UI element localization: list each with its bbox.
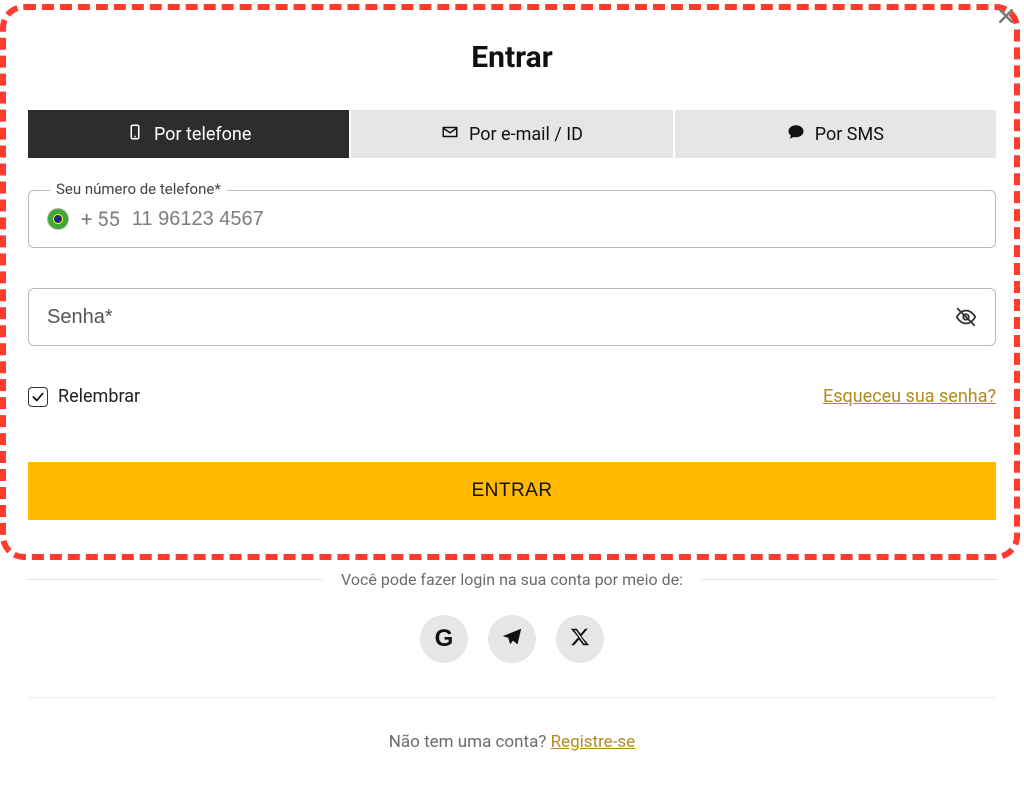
separator-line-left xyxy=(28,579,323,580)
brazil-flag-icon[interactable] xyxy=(47,208,69,230)
footer-separator xyxy=(28,697,996,698)
social-login-text: Você pode fazer login na sua conta por m… xyxy=(341,570,683,589)
telegram-login-button[interactable] xyxy=(488,615,536,663)
tab-sms[interactable]: Por SMS xyxy=(675,110,996,158)
register-link[interactable]: Registre-se xyxy=(551,732,636,752)
footer-row: Não tem uma conta? Registre-se xyxy=(28,732,996,752)
x-login-button[interactable] xyxy=(556,615,604,663)
no-account-text: Não tem uma conta? xyxy=(389,732,551,752)
remember-group: Relembrar xyxy=(28,386,140,407)
google-login-button[interactable]: G xyxy=(420,615,468,663)
login-method-tabs: Por telefone Por e-mail / ID Por SMS xyxy=(28,110,996,158)
tab-phone[interactable]: Por telefone xyxy=(28,110,349,158)
submit-button[interactable]: ENTRAR xyxy=(28,462,996,520)
password-input[interactable] xyxy=(47,306,943,329)
password-field-wrap xyxy=(28,288,996,346)
password-field-box[interactable] xyxy=(28,288,996,346)
telegram-icon xyxy=(501,626,523,652)
dialcode-text: + 55 xyxy=(81,207,120,231)
chat-bubble-icon xyxy=(787,123,805,146)
close-button[interactable] xyxy=(994,6,1018,30)
phone-field-wrap: Seu número de telefone* + 55 xyxy=(28,190,996,248)
social-buttons-row: G xyxy=(28,615,996,663)
phone-field-box[interactable]: + 55 xyxy=(28,190,996,248)
phone-input[interactable] xyxy=(132,208,977,231)
tab-email[interactable]: Por e-mail / ID xyxy=(351,110,672,158)
remember-forgot-row: Relembrar Esqueceu sua senha? xyxy=(28,386,996,407)
tab-sms-label: Por SMS xyxy=(815,124,884,145)
x-icon xyxy=(569,626,591,652)
envelope-icon xyxy=(441,123,459,146)
eye-off-icon[interactable] xyxy=(955,306,977,328)
tab-email-label: Por e-mail / ID xyxy=(469,124,583,145)
tab-phone-label: Por telefone xyxy=(154,124,251,145)
forgot-password-link[interactable]: Esqueceu sua senha? xyxy=(823,386,996,407)
separator-line-right xyxy=(701,579,996,580)
phone-field-label: Seu número de telefone* xyxy=(50,180,227,198)
remember-label: Relembrar xyxy=(58,386,140,407)
phone-icon xyxy=(126,123,144,146)
page-title: Entrar xyxy=(28,40,996,75)
google-icon: G xyxy=(435,625,454,653)
social-separator: Você pode fazer login na sua conta por m… xyxy=(28,570,996,589)
remember-checkbox[interactable] xyxy=(28,387,48,407)
close-icon xyxy=(996,6,1016,30)
